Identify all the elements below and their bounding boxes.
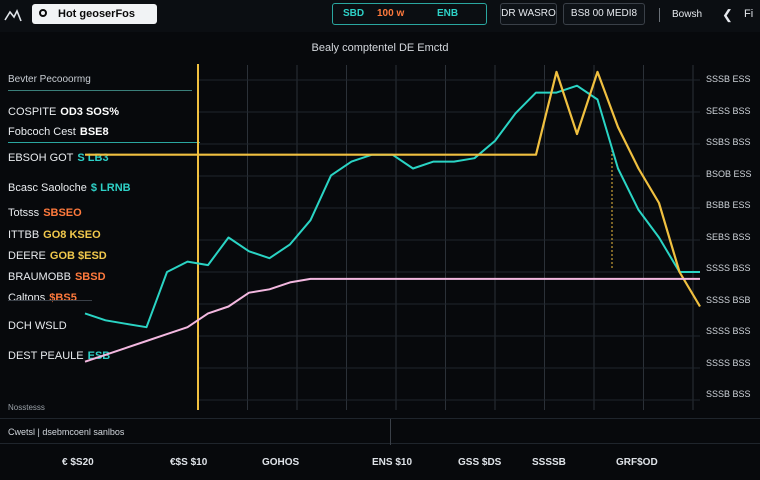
- x-tick-label: SSSSB: [532, 457, 566, 468]
- y-tick-label: BSOB ESS: [706, 168, 752, 179]
- y-tick-label: SSSB BSS: [706, 389, 751, 399]
- y-tick-label: SEBS BSS: [706, 231, 751, 242]
- y-tick-label: SSSS BSS: [706, 357, 751, 368]
- x-tick-label: GOHOS: [262, 457, 300, 468]
- y-tick-label: SSSS BSB: [706, 294, 751, 305]
- line-chart: [84, 64, 701, 410]
- y-tick-label: BSBB ESS: [706, 200, 751, 210]
- series-line-2: [84, 277, 700, 363]
- x-tick-label: € $S20: [62, 457, 94, 468]
- y-tick-label: SESS BSS: [706, 105, 751, 116]
- y-tick-label: SSSS BSS: [706, 263, 751, 273]
- x-tick-label: GSS $DS: [458, 457, 502, 468]
- x-tick-label: ENS $10: [372, 457, 413, 468]
- x-tick-label: GRF$OD: [616, 457, 658, 468]
- y-tick-label: SSSS BSS: [706, 326, 751, 336]
- footer-bar: Cwetsl | dsebmcoenl sanlbos: [0, 418, 760, 445]
- series-line-0: [84, 84, 700, 329]
- footer-left-text[interactable]: Cwetsl | dsebmcoenl sanlbos: [8, 427, 124, 437]
- y-tick-label: SSBS BSS: [706, 137, 751, 147]
- y-tick-label: SSSB ESS: [706, 74, 751, 84]
- series-line-1: [85, 70, 701, 308]
- footer-divider: [390, 419, 391, 445]
- x-tick-label: €$S $10: [170, 457, 208, 468]
